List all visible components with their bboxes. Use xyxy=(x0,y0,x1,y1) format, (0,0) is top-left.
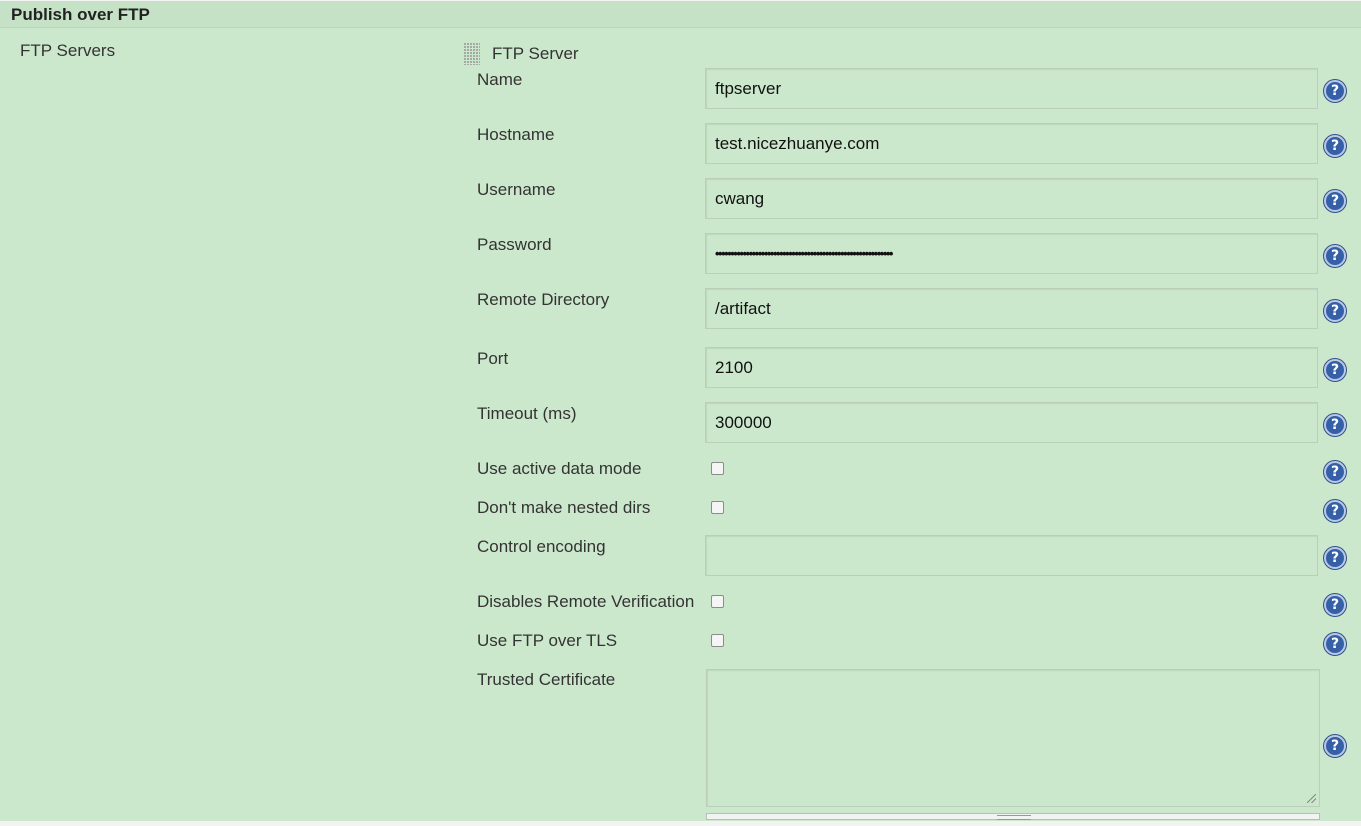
ftp-servers-label: FTP Servers xyxy=(20,41,116,60)
active-data-mode-label: Use active data mode xyxy=(477,459,642,478)
timeout-input[interactable]: 300000 xyxy=(705,402,1318,443)
remote-directory-input[interactable]: /artifact xyxy=(705,288,1318,329)
trusted-certificate-textarea[interactable] xyxy=(706,669,1320,807)
control-encoding-label: Control encoding xyxy=(477,537,606,556)
control-encoding-input[interactable] xyxy=(705,535,1318,576)
ftp-server-header-label: FTP Server xyxy=(492,44,579,63)
password-help-icon[interactable]: ? xyxy=(1324,245,1346,267)
hostname-help-icon[interactable]: ? xyxy=(1324,135,1346,157)
expand-grip-icon xyxy=(997,815,1031,820)
ftp-over-tls-label: Use FTP over TLS xyxy=(477,631,618,650)
port-label: Port xyxy=(477,349,509,368)
ftp-over-tls-checkbox[interactable] xyxy=(711,634,724,647)
remote-directory-label: Remote Directory xyxy=(477,290,610,309)
textarea-resize-grip-icon[interactable] xyxy=(1307,794,1318,805)
timeout-label: Timeout (ms) xyxy=(477,404,577,423)
ftp-over-tls-help-icon[interactable]: ? xyxy=(1324,633,1346,655)
disable-remote-verification-checkbox[interactable] xyxy=(711,595,724,608)
username-label: Username xyxy=(477,180,556,199)
trusted-certificate-label: Trusted Certificate xyxy=(477,670,616,689)
disable-remote-verification-label: Disables Remote Verification xyxy=(477,592,695,611)
remote-directory-help-icon[interactable]: ? xyxy=(1324,300,1346,322)
section-title: Publish over FTP xyxy=(11,5,150,24)
timeout-help-icon[interactable]: ? xyxy=(1324,414,1346,436)
active-data-mode-checkbox[interactable] xyxy=(711,462,724,475)
section-header: Publish over FTP xyxy=(0,1,1361,28)
port-input[interactable]: 2100 xyxy=(705,347,1318,388)
password-label: Password xyxy=(477,235,552,254)
textarea-expand-bar[interactable] xyxy=(706,813,1320,820)
name-label: Name xyxy=(477,70,523,89)
hostname-label: Hostname xyxy=(477,125,555,144)
hostname-input[interactable]: test.nicezhuanye.com xyxy=(705,123,1318,164)
username-input[interactable]: cwang xyxy=(705,178,1318,219)
port-help-icon[interactable]: ? xyxy=(1324,359,1346,381)
no-nested-dirs-help-icon[interactable]: ? xyxy=(1324,500,1346,522)
no-nested-dirs-label: Don't make nested dirs xyxy=(477,498,651,517)
name-input[interactable]: ftpserver xyxy=(705,68,1318,109)
control-encoding-help-icon[interactable]: ? xyxy=(1324,547,1346,569)
disable-remote-verification-help-icon[interactable]: ? xyxy=(1324,594,1346,616)
password-input[interactable]: ••••••••••••••••••••••••••••••••••••••••… xyxy=(705,233,1318,274)
trusted-certificate-help-icon[interactable]: ? xyxy=(1324,735,1346,757)
name-help-icon[interactable]: ? xyxy=(1324,80,1346,102)
username-help-icon[interactable]: ? xyxy=(1324,190,1346,212)
publish-over-ftp-panel: Publish over FTP FTP Servers FTP Server … xyxy=(0,1,1361,821)
active-data-mode-help-icon[interactable]: ? xyxy=(1324,461,1346,483)
drag-handle-icon[interactable] xyxy=(463,42,480,65)
no-nested-dirs-checkbox[interactable] xyxy=(711,501,724,514)
